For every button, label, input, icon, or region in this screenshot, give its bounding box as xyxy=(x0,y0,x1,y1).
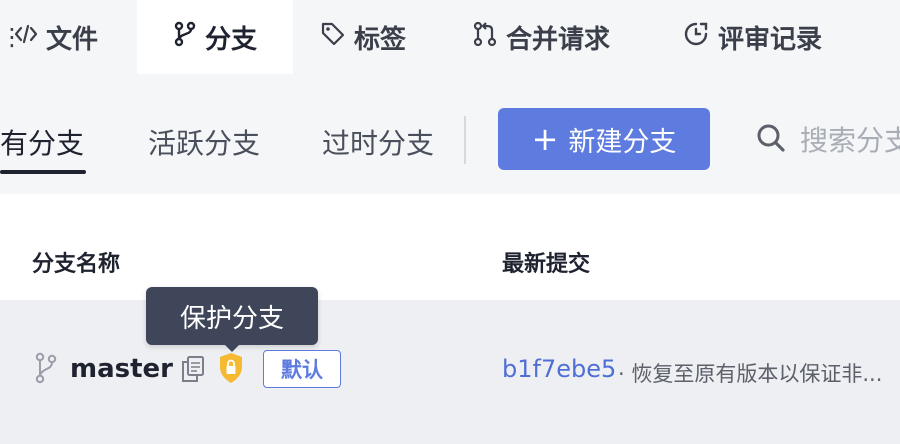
search-input[interactable] xyxy=(800,123,900,157)
default-branch-badge: 默认 xyxy=(263,350,341,388)
tab-tags-label: 标签 xyxy=(354,24,407,55)
tooltip-arrow xyxy=(224,344,240,352)
plus-icon: + xyxy=(531,120,559,158)
commit-hash-link[interactable]: b1f7ebe5 xyxy=(502,355,616,383)
branch-icon xyxy=(34,352,58,388)
tab-tags[interactable]: 标签 xyxy=(320,0,406,74)
tab-merge-requests-label: 合并请求 xyxy=(506,24,611,55)
tab-files[interactable]: 文件 xyxy=(0,0,136,74)
repo-tab-bar: 文件 分支 标签 合并请求 评审记录 ⋮ xyxy=(0,0,900,74)
tab-merge-requests[interactable]: 合并请求 xyxy=(472,0,610,74)
review-clock-icon xyxy=(682,20,710,55)
tab-review-records-label: 评审记录 xyxy=(718,24,823,55)
new-branch-button[interactable]: + 新建分支 xyxy=(498,108,710,170)
active-filter-underline xyxy=(0,170,86,174)
protected-branch-tooltip: 保护分支 xyxy=(146,287,318,345)
branch-filter-bar: 所有分支 活跃分支 过时分支 + 新建分支 xyxy=(0,74,900,194)
table-row[interactable]: master 默认 b1f7ebe5 · 恢复至原有版本以保证非... xyxy=(0,300,900,444)
new-branch-label: 新建分支 xyxy=(568,126,677,158)
filter-stale-branches[interactable]: 过时分支 xyxy=(322,122,434,162)
filter-all-branches[interactable]: 所有分支 xyxy=(0,122,84,162)
tag-icon xyxy=(320,21,346,54)
filter-active-branches[interactable]: 活跃分支 xyxy=(148,122,260,162)
merge-request-icon xyxy=(472,21,498,54)
column-header-branch-name: 分支名称 xyxy=(32,252,121,277)
search-icon xyxy=(756,123,786,157)
divider xyxy=(464,116,466,164)
branch-name-link[interactable]: master xyxy=(70,354,173,384)
tab-branches-label: 分支 xyxy=(204,24,257,55)
branch-icon xyxy=(173,21,197,54)
copy-icon[interactable] xyxy=(180,355,206,387)
tab-files-label: 文件 xyxy=(46,24,99,55)
protected-shield-icon[interactable] xyxy=(218,352,244,388)
code-icon xyxy=(14,22,38,52)
column-header-latest-commit: 最新提交 xyxy=(502,252,591,277)
branch-table-header: 分支名称 最新提交 xyxy=(0,194,900,300)
branch-search[interactable] xyxy=(756,116,900,164)
commit-message: · 恢复至原有版本以保证非... xyxy=(618,362,883,386)
tab-branches[interactable]: 分支 xyxy=(137,0,293,74)
tooltip-text: 保护分支 xyxy=(179,303,284,334)
tab-review-records[interactable]: 评审记录 xyxy=(682,0,822,74)
